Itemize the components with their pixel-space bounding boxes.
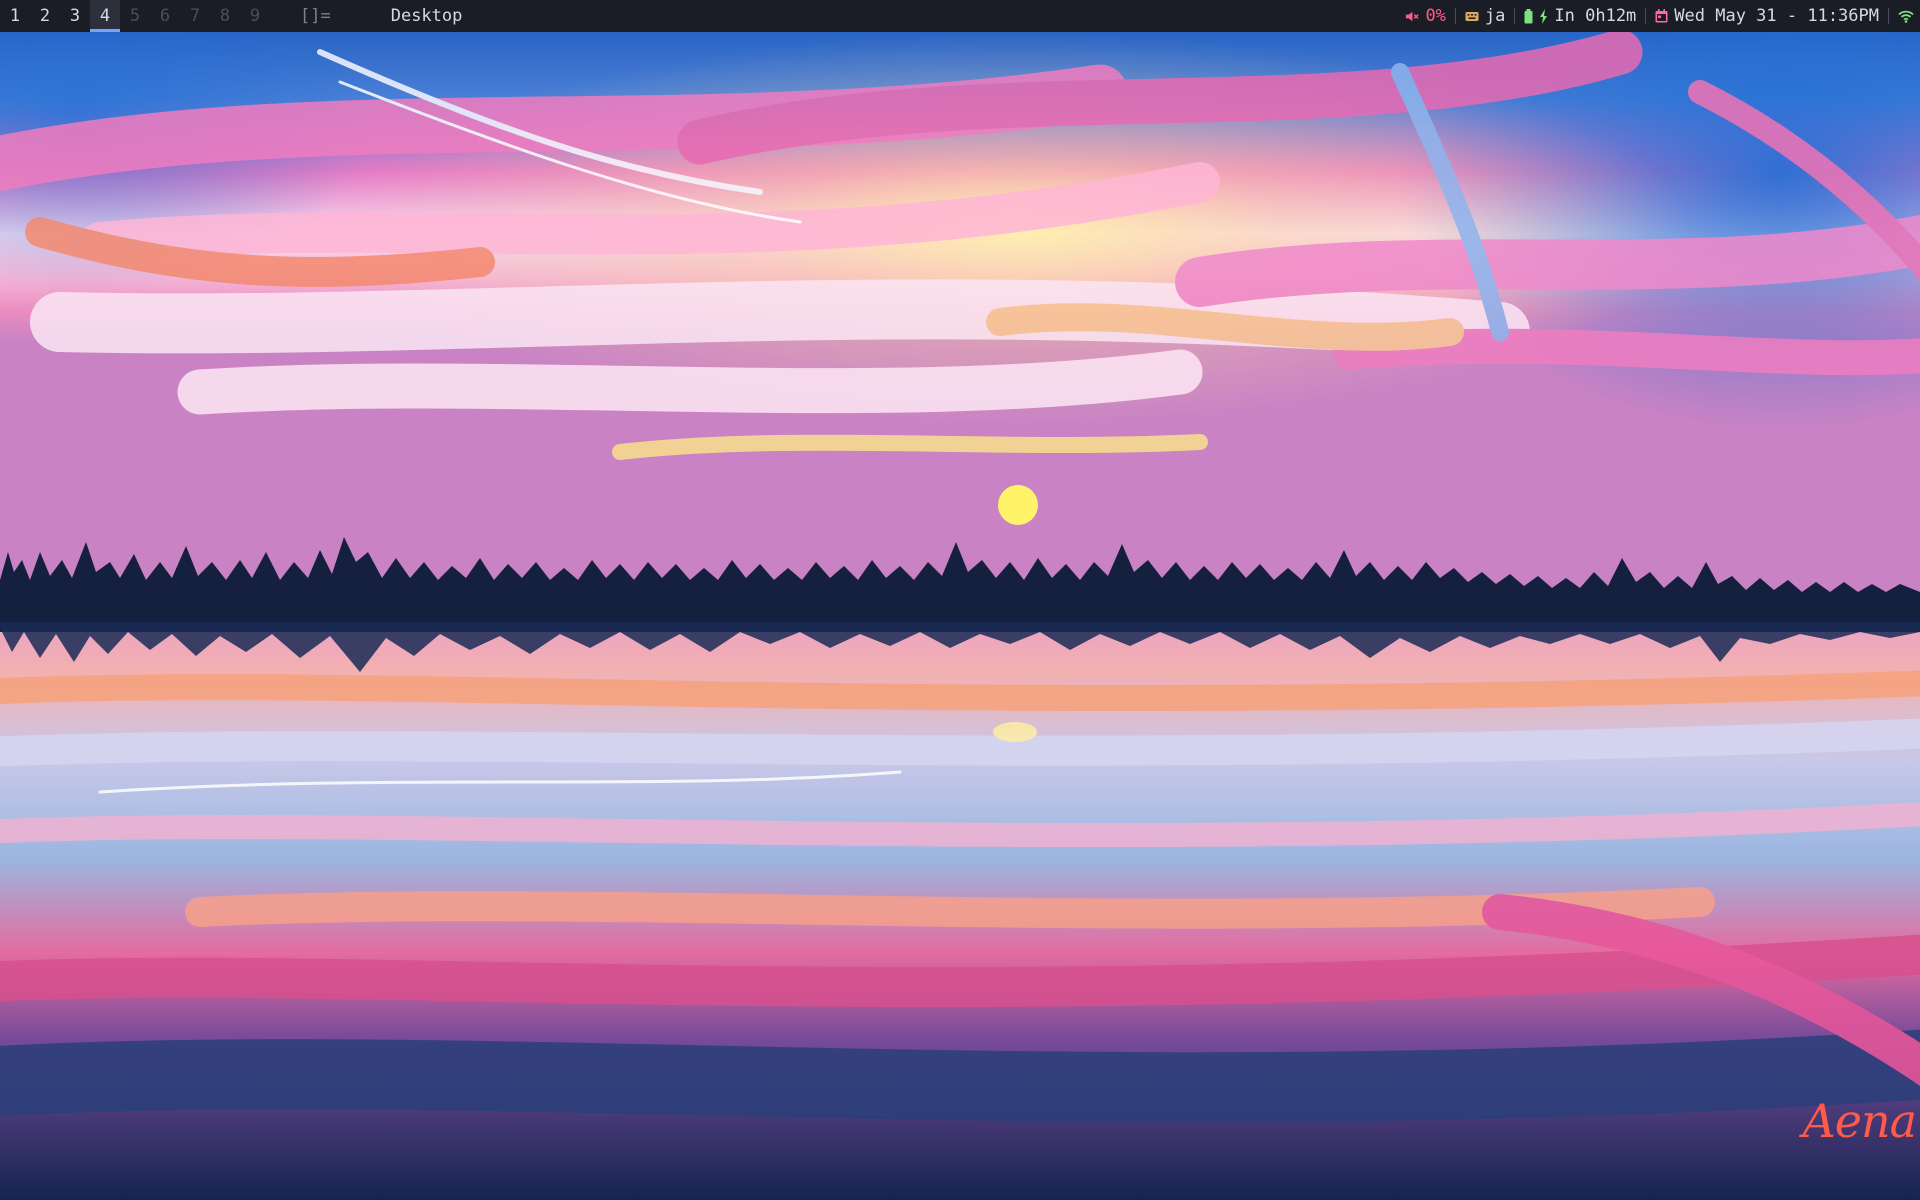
workspace-tags: 1 2 3 4 5 6 7 8 9 [0,0,270,32]
workspace-tag-9[interactable]: 9 [240,0,270,32]
volume-value: 0% [1425,6,1446,26]
desktop-wallpaper [0,32,1920,1200]
layout-indicator[interactable]: []= [300,6,331,26]
clock-module[interactable]: Wed May 31 - 11:36PM [1646,6,1888,26]
window-title: Desktop [390,6,463,26]
calendar-icon [1655,9,1668,23]
keyboard-icon [1465,11,1479,21]
clock-value: Wed May 31 - 11:36PM [1674,6,1879,26]
workspace-tag-1[interactable]: 1 [0,0,30,32]
speaker-muted-icon [1406,11,1420,21]
workspace-tag-3[interactable]: 3 [60,0,90,32]
status-bar: 1 2 3 4 5 6 7 8 9 []= Desktop 0% ja In 0… [0,0,1920,32]
workspace-tag-6[interactable]: 6 [150,0,180,32]
keyboard-module[interactable]: ja [1456,6,1514,26]
volume-module[interactable]: 0% [1395,6,1454,26]
battery-module[interactable]: In 0h12m [1515,6,1645,26]
keyboard-layout-value: ja [1484,6,1506,26]
artist-signature: Aena [1802,1094,1917,1148]
battery-icon [1524,8,1533,23]
status-modules: 0% ja In 0h12m Wed May 31 - 11:36PM [1395,0,1920,32]
workspace-tag-7[interactable]: 7 [180,0,210,32]
workspace-tag-4[interactable]: 4 [90,0,120,32]
battery-value: In 0h12m [1554,6,1637,26]
workspace-tag-8[interactable]: 8 [210,0,240,32]
wifi-icon [1898,10,1914,23]
workspace-tag-5[interactable]: 5 [120,0,150,32]
workspace-tag-2[interactable]: 2 [30,0,60,32]
charging-bolt-icon [1540,8,1548,24]
network-module[interactable] [1889,9,1920,23]
